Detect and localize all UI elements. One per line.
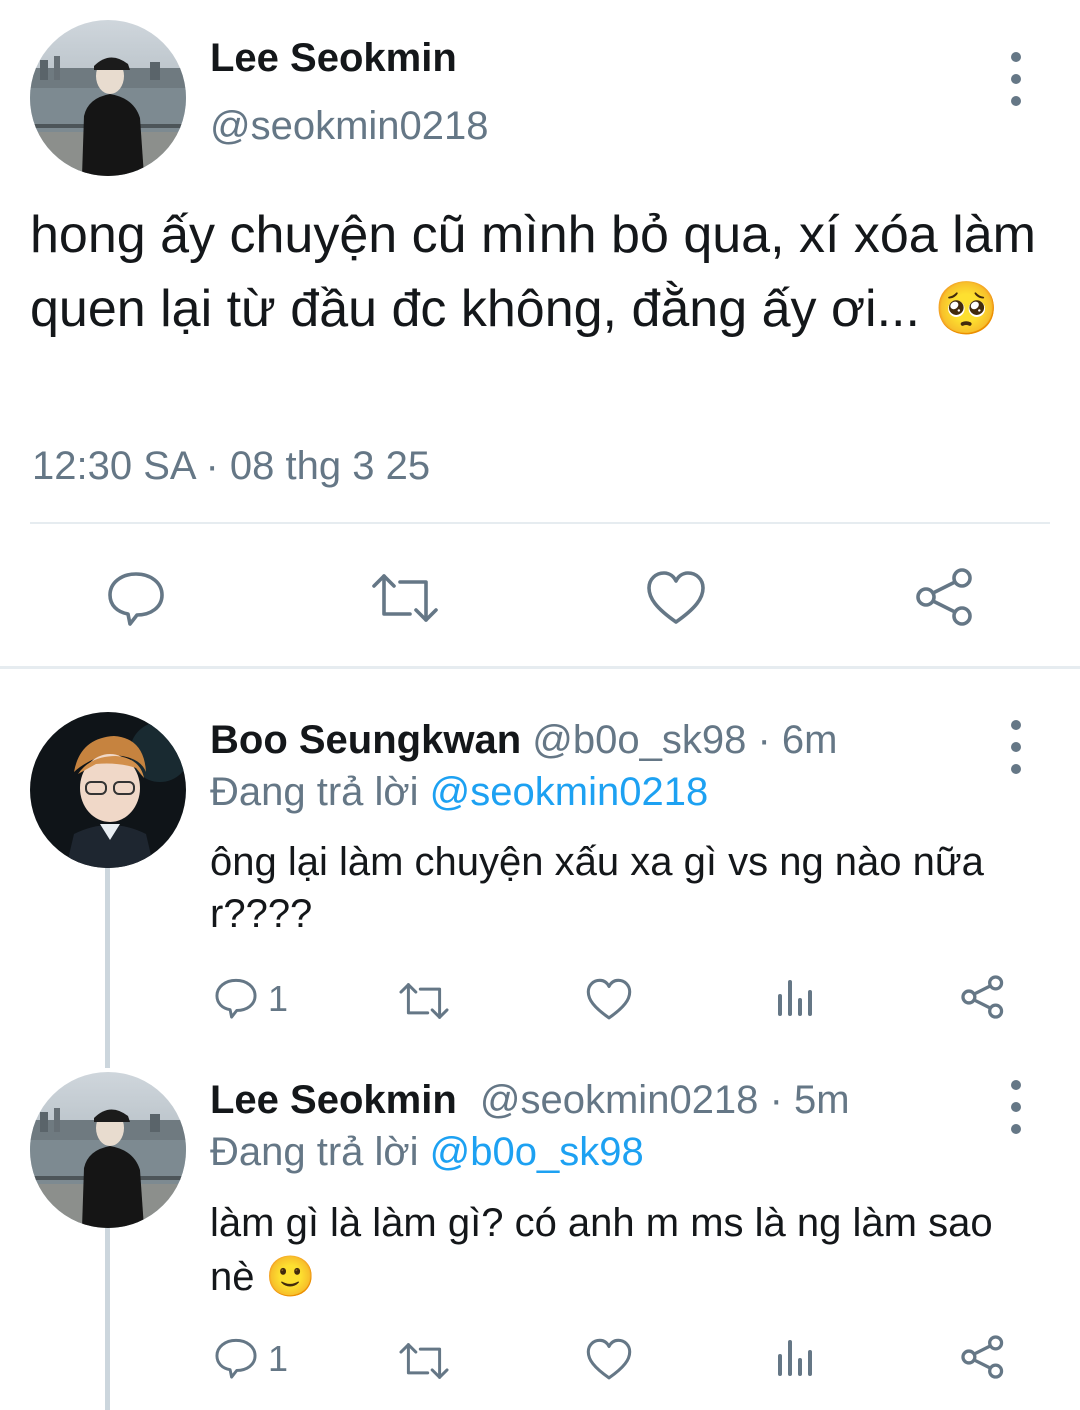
replying-label: Đang trả lời: [210, 770, 419, 814]
reply-icon[interactable]: [106, 568, 166, 628]
main-tweet-avatar[interactable]: [30, 20, 186, 176]
smiling-face-emoji: 🙂: [265, 1255, 316, 1299]
share-icon[interactable]: [960, 1334, 1006, 1380]
main-tweet-author-handle[interactable]: @seokmin0218: [210, 104, 489, 149]
section-divider: [0, 666, 1080, 669]
reply-icon[interactable]: [214, 1336, 258, 1380]
thread-line: [105, 868, 110, 1068]
reply-count: 1: [268, 978, 289, 1019]
retweet-icon[interactable]: [370, 570, 440, 626]
reply-2-author-handle[interactable]: @seokmin0218: [480, 1078, 759, 1122]
analytics-icon[interactable]: [776, 1336, 816, 1380]
replying-label: Đang trả lời: [210, 1130, 419, 1174]
share-icon[interactable]: [960, 974, 1006, 1020]
main-tweet-timestamp[interactable]: 12:30 SA · 08 thg 3 25: [32, 444, 430, 489]
reply-1-replying-to: Đang trả lời @seokmin0218: [210, 770, 708, 815]
reply-1-author-name[interactable]: Boo Seungkwan: [210, 718, 521, 762]
reply-1-text: ông lại làm chuyện xấu xa gì vs ng nào n…: [210, 840, 984, 936]
reply-2-header: Lee Seokmin @seokmin0218 · 5m: [210, 1078, 850, 1123]
more-icon[interactable]: [998, 52, 1034, 106]
divider: [30, 522, 1050, 524]
retweet-icon[interactable]: [398, 1340, 450, 1382]
reply-2-replying-to: Đang trả lời @b0o_sk98: [210, 1130, 644, 1175]
reply-count: 1: [268, 1338, 289, 1379]
pleading-face-emoji: 🥺: [934, 280, 1000, 338]
reply-1-avatar[interactable]: [30, 712, 186, 868]
reply-icon[interactable]: [214, 976, 258, 1020]
thread-line: [105, 1228, 110, 1410]
like-icon[interactable]: [586, 1338, 632, 1381]
share-icon[interactable]: [914, 566, 976, 628]
reply-1-time[interactable]: · 6m: [757, 718, 837, 762]
like-icon[interactable]: [586, 978, 632, 1021]
reply-1-header: Boo Seungkwan @b0o_sk98 · 6m: [210, 718, 837, 763]
reply-2-avatar[interactable]: [30, 1072, 186, 1228]
reply-1-author-handle[interactable]: @b0o_sk98: [532, 718, 746, 762]
replying-to-mention[interactable]: @seokmin0218: [430, 770, 709, 814]
reply-2-text: làm gì là làm gì? có anh m ms là ng làm …: [210, 1196, 1000, 1304]
reply-2-author-name[interactable]: Lee Seokmin: [210, 1078, 457, 1122]
main-tweet-text-body: hong ấy chuyện cũ mình bỏ qua, xí xóa là…: [30, 206, 1036, 338]
reply-2-text-body: làm gì là làm gì? có anh m ms là ng làm …: [210, 1201, 993, 1299]
main-tweet-author-name[interactable]: Lee Seokmin: [210, 36, 457, 81]
reply-2-time[interactable]: · 5m: [770, 1078, 850, 1122]
more-icon[interactable]: [998, 720, 1034, 774]
more-icon[interactable]: [998, 1080, 1034, 1134]
like-icon[interactable]: [646, 570, 706, 626]
retweet-icon[interactable]: [398, 980, 450, 1022]
main-tweet-text: hong ấy chuyện cũ mình bỏ qua, xí xóa là…: [30, 198, 1040, 346]
analytics-icon[interactable]: [776, 976, 816, 1020]
replying-to-mention[interactable]: @b0o_sk98: [430, 1130, 644, 1174]
